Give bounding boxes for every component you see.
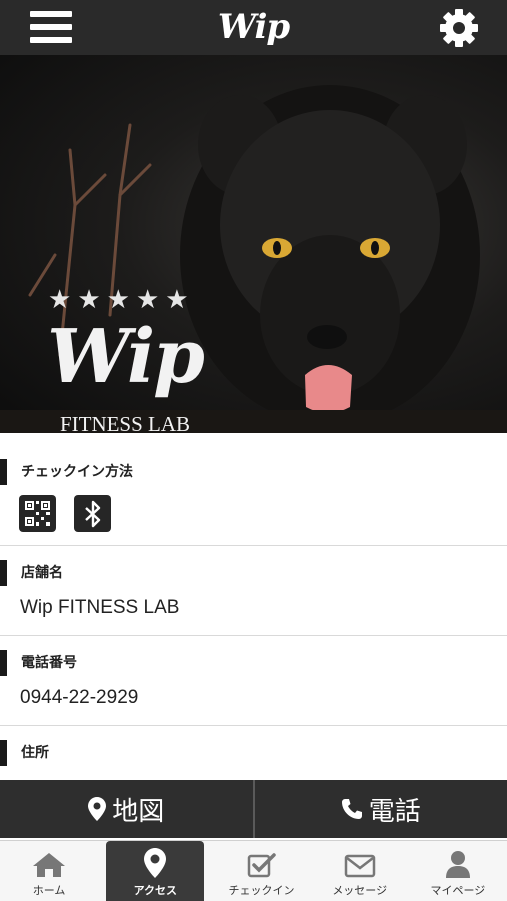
tab-access[interactable]: アクセス — [106, 841, 204, 901]
tab-checkin-label: チェックイン — [229, 882, 295, 898]
action-bar: 地図 電話 — [0, 780, 507, 838]
star-icon: ★ — [165, 287, 188, 313]
star-icon: ★ — [48, 287, 71, 313]
menu-icon — [30, 11, 72, 17]
tab-access-label: アクセス — [134, 882, 177, 898]
tab-mypage[interactable]: マイページ — [409, 841, 507, 901]
header-logo: Wip — [218, 0, 289, 55]
star-icon: ★ — [77, 287, 100, 313]
store-name: Wip FITNESS LAB — [20, 597, 179, 619]
hero-logo: Wip — [40, 317, 210, 397]
home-icon — [32, 852, 66, 878]
phone-number[interactable]: 0944-22-2929 — [20, 687, 138, 709]
top-bar: Wip — [0, 0, 507, 55]
phone-label: 電話番号 — [0, 650, 281, 676]
tab-message-label: メッセージ — [332, 882, 387, 898]
phone-icon — [341, 798, 363, 820]
phone-section: 電話番号 0944-22-2929 — [0, 636, 507, 726]
checkin-label: チェックイン方法 — [0, 459, 281, 485]
person-icon — [444, 850, 472, 878]
checkin-icon — [247, 852, 277, 878]
store-section: 店舗名 Wip FITNESS LAB — [0, 546, 507, 636]
bluetooth-button[interactable] — [74, 495, 111, 532]
rating-stars: ★ ★ ★ ★ ★ — [48, 287, 189, 313]
tab-mypage-label: マイページ — [431, 882, 486, 898]
star-icon: ★ — [107, 287, 130, 313]
address-section: 住所 — [0, 726, 507, 786]
tab-bar: ホーム アクセス チェックイン メッセージ マイページ — [0, 840, 507, 901]
tab-message[interactable]: メッセージ — [311, 841, 409, 901]
qr-code-icon — [24, 500, 51, 527]
call-button[interactable]: 電話 — [253, 780, 507, 838]
call-button-label: 電話 — [369, 791, 421, 828]
map-button-label: 地図 — [112, 791, 164, 828]
hero-banner: ★ ★ ★ ★ ★ Wip FITNESS LAB — [0, 55, 507, 433]
star-icon: ★ — [136, 287, 159, 313]
map-pin-icon — [88, 797, 106, 821]
hero-subtitle: FITNESS LAB — [40, 412, 210, 433]
tab-checkin[interactable]: チェックイン — [212, 841, 310, 901]
gear-icon — [437, 6, 481, 50]
checkin-section: チェックイン方法 — [0, 433, 507, 546]
envelope-icon — [344, 854, 376, 878]
store-label: 店舗名 — [0, 560, 281, 586]
tab-home[interactable]: ホーム — [0, 841, 98, 901]
bluetooth-icon — [82, 500, 104, 528]
address-label: 住所 — [0, 740, 281, 766]
map-button[interactable]: 地図 — [0, 780, 253, 838]
tab-home-label: ホーム — [33, 882, 66, 898]
qr-code-button[interactable] — [19, 495, 56, 532]
map-pin-icon — [144, 848, 166, 878]
settings-button[interactable] — [437, 6, 481, 50]
menu-button[interactable] — [30, 11, 74, 45]
